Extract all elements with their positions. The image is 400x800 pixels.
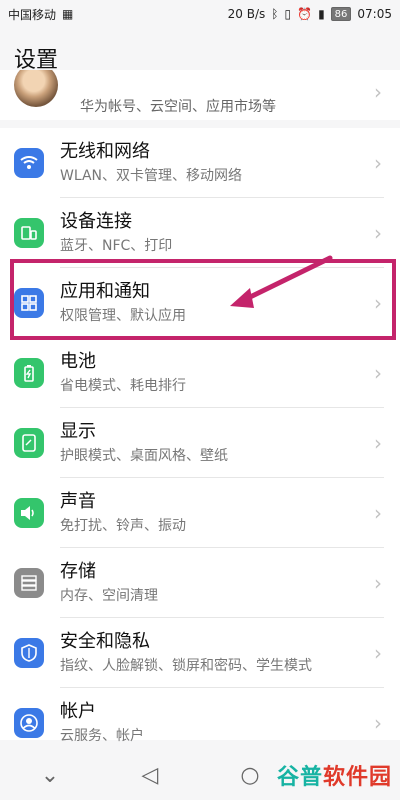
settings-item-subtitle: WLAN、双卡管理、移动网络 [60, 167, 243, 184]
shield-icon [14, 637, 44, 668]
chevron-right-icon: › [374, 150, 382, 175]
chevron-down-icon[interactable]: ⌄ [30, 755, 70, 795]
apps-icon [14, 287, 44, 318]
settings-item-title: 帐户 [60, 700, 96, 722]
settings-item-device-connection[interactable]: 设备连接 蓝牙、NFC、打印 › [0, 198, 400, 267]
chevron-right-icon: › [374, 500, 382, 525]
settings-list: 无线和网络 WLAN、双卡管理、移动网络 › 设备连接 蓝牙、NFC、打印 › … [0, 128, 400, 743]
settings-item-title: 应用和通知 [60, 280, 150, 302]
settings-item-subtitle: 省电模式、耗电排行 [60, 377, 186, 394]
alarm-icon: ⏰ [297, 7, 313, 21]
settings-item-subtitle: 权限管理、默认应用 [60, 307, 186, 324]
settings-item-accounts[interactable]: 帐户 云服务、帐户 › [0, 688, 400, 757]
settings-item-security-privacy[interactable]: 安全和隐私 指纹、人脸解锁、锁屏和密码、学生模式 › [0, 618, 400, 687]
vibrate-icon: ▯ [284, 7, 292, 21]
back-icon[interactable]: ◁ [130, 755, 170, 795]
settings-item-subtitle: 内存、空间清理 [60, 587, 158, 604]
net-speed: 20 B/s [227, 7, 266, 21]
account-subtitle: 华为帐号、云空间、应用市场等 [80, 99, 276, 115]
bluetooth-icon: ᛒ [271, 7, 279, 21]
settings-item-wireless[interactable]: 无线和网络 WLAN、双卡管理、移动网络 › [0, 128, 400, 197]
account-row[interactable]: 华为帐号、云空间、应用市场等 › [0, 70, 400, 120]
sound-icon [14, 497, 44, 528]
display-icon [14, 427, 44, 458]
home-icon[interactable]: ○ [230, 755, 270, 795]
settings-item-title: 设备连接 [60, 210, 132, 232]
signal-icon: ▦ [62, 7, 74, 21]
settings-item-title: 显示 [60, 420, 96, 442]
device-connect-icon [14, 217, 44, 248]
settings-item-subtitle: 免打扰、铃声、振动 [60, 517, 186, 534]
settings-item-apps-notifications[interactable]: 应用和通知 权限管理、默认应用 › [0, 268, 400, 337]
chevron-right-icon: › [374, 640, 382, 665]
account-icon [14, 707, 44, 738]
settings-item-subtitle: 指纹、人脸解锁、锁屏和密码、学生模式 [60, 657, 312, 674]
settings-item-subtitle: 护眼模式、桌面风格、壁纸 [60, 447, 228, 464]
chevron-right-icon: › [374, 710, 382, 735]
chevron-right-icon: › [374, 430, 382, 455]
settings-item-title: 存储 [60, 560, 96, 582]
chevron-right-icon: › [374, 290, 382, 315]
account-card[interactable]: 华为帐号、云空间、应用市场等 › [0, 70, 400, 120]
settings-item-title: 声音 [60, 490, 96, 512]
battery-icon [14, 357, 44, 388]
chevron-right-icon: › [374, 360, 382, 385]
watermark-logo: 谷普软件园 [276, 765, 392, 790]
chevron-right-icon: › [374, 570, 382, 595]
carrier-label: 中国移动 [8, 7, 57, 22]
avatar [14, 70, 58, 107]
battery-indicator: 86 [330, 7, 352, 21]
settings-item-sound[interactable]: 声音 免打扰、铃声、振动 › [0, 478, 400, 547]
chevron-right-icon: › [374, 220, 382, 245]
settings-item-storage[interactable]: 存储 内存、空间清理 › [0, 548, 400, 617]
wifi-icon [14, 147, 44, 178]
settings-item-title: 电池 [60, 350, 96, 372]
status-bar: 中国移动 ▦ 20 B/s ᛒ ▯ ⏰ ▮ 86 07:05 [0, 0, 400, 28]
settings-item-display[interactable]: 显示 护眼模式、桌面风格、壁纸 › [0, 408, 400, 477]
storage-icon [14, 567, 44, 598]
signal-strength-icon: ▮ [318, 7, 325, 21]
settings-item-battery[interactable]: 电池 省电模式、耗电排行 › [0, 338, 400, 407]
settings-item-subtitle: 云服务、帐户 [60, 727, 144, 744]
settings-item-title: 安全和隐私 [60, 630, 150, 652]
settings-item-title: 无线和网络 [60, 140, 150, 162]
settings-item-subtitle: 蓝牙、NFC、打印 [60, 237, 173, 254]
clock: 07:05 [357, 7, 392, 21]
chevron-right-icon: › [374, 80, 382, 104]
